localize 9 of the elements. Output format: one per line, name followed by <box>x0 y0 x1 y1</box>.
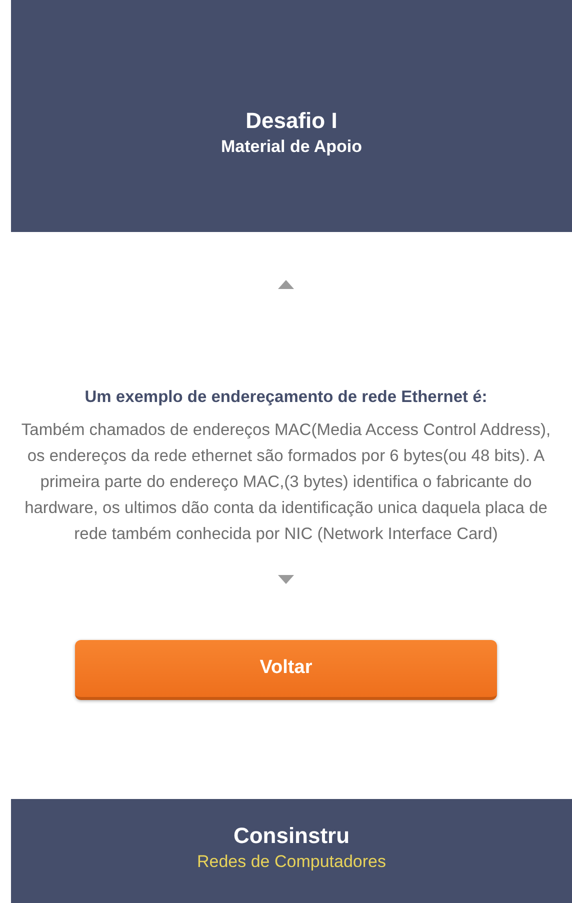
page-title: Desafio I <box>246 107 338 135</box>
scroll-down-icon[interactable] <box>278 575 294 584</box>
back-button[interactable]: Voltar <box>75 640 497 700</box>
body-paragraph: Também chamados de endereços MAC(Media Access Control Address), os endereços da rede ethernet são formados por 6 bytes(ou 48 bits). A primeira parte do endereço MAC,(3 bytes) identifica o fabricante do hardware, os ultimos dão conta da identificação unica daquela placa de rede também conhecida por NIC (Network Interface Card) <box>20 420 552 545</box>
footer-title: Consinstru <box>233 822 350 850</box>
section-heading: Um exemplo de endereçamento de rede Ethernet é: <box>84 387 488 408</box>
scroll-up-icon[interactable] <box>278 280 294 289</box>
footer-subtitle: Redes de Computadores <box>196 851 386 873</box>
page-subtitle: Material de Apoio <box>220 136 362 158</box>
